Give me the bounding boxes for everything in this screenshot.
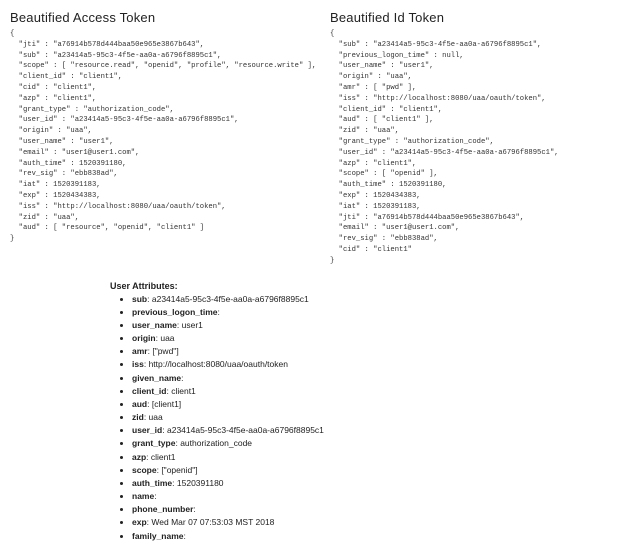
user-attribute-item: exp: Wed Mar 07 07:53:03 MST 2018 (132, 516, 630, 529)
attribute-value: authorization_code (180, 438, 252, 448)
attribute-value: ["openid"] (161, 465, 197, 475)
attribute-value: [client1] (152, 399, 181, 409)
user-attribute-item: previous_logon_time: (132, 306, 630, 319)
attribute-value: ["pwd"] (152, 346, 178, 356)
attribute-value: client1 (151, 452, 176, 462)
user-attribute-item: user_name: user1 (132, 319, 630, 332)
user-attribute-item: azp: client1 (132, 451, 630, 464)
id-token-json: { "sub" : "a23414a5-95c3-4f5e-aa0a-a6796… (330, 29, 630, 267)
attribute-value: uaa (149, 412, 163, 422)
attribute-value: a23414a5-95c3-4f5e-aa0a-a6796f8895c1 (167, 425, 324, 435)
attribute-key: scope (132, 465, 157, 475)
attribute-key: given_name (132, 373, 181, 383)
user-attribute-item: aud: [client1] (132, 398, 630, 411)
attribute-value: 1520391180 (177, 478, 224, 488)
attribute-key: exp (132, 517, 147, 527)
attribute-value: http://localhost:8080/uaa/oauth/token (149, 359, 288, 369)
user-attribute-item: client_id: client1 (132, 385, 630, 398)
attribute-value: client1 (171, 386, 196, 396)
attribute-key: user_name (132, 320, 177, 330)
user-attributes-panel: User Attributes: sub: a23414a5-95c3-4f5e… (110, 281, 630, 543)
attribute-key: family_name (132, 531, 184, 541)
user-attribute-item: scope: ["openid"] (132, 464, 630, 477)
user-attributes-heading: User Attributes: (110, 281, 630, 291)
user-attribute-item: iss: http://localhost:8080/uaa/oauth/tok… (132, 358, 630, 371)
attribute-key: client_id (132, 386, 166, 396)
access-token-heading: Beautified Access Token (10, 10, 310, 25)
user-attribute-item: grant_type: authorization_code (132, 437, 630, 450)
user-attribute-item: name: (132, 490, 630, 503)
attribute-key: origin (132, 333, 156, 343)
access-token-panel: Beautified Access Token { "jti" : "a7691… (10, 10, 310, 267)
attribute-value: a23414a5-95c3-4f5e-aa0a-a6796f8895c1 (152, 294, 309, 304)
attribute-key: amr (132, 346, 148, 356)
attribute-key: grant_type (132, 438, 175, 448)
attribute-value: uaa (160, 333, 174, 343)
user-attribute-item: phone_number: (132, 503, 630, 516)
attribute-key: aud (132, 399, 147, 409)
user-attribute-item: given_name: (132, 372, 630, 385)
user-attribute-item: origin: uaa (132, 332, 630, 345)
user-attribute-item: user_id: a23414a5-95c3-4f5e-aa0a-a6796f8… (132, 424, 630, 437)
access-token-json: { "jti" : "a76914b578d444baa50e965e3867b… (10, 29, 310, 245)
user-attributes-list: sub: a23414a5-95c3-4f5e-aa0a-a6796f8895c… (110, 293, 630, 543)
id-token-panel: Beautified Id Token { "sub" : "a23414a5-… (330, 10, 630, 267)
attribute-key: sub (132, 294, 147, 304)
attribute-key: phone_number (132, 504, 193, 514)
id-token-heading: Beautified Id Token (330, 10, 630, 25)
attribute-value: user1 (182, 320, 203, 330)
attribute-key: auth_time (132, 478, 172, 488)
attribute-key: iss (132, 359, 144, 369)
user-attribute-item: auth_time: 1520391180 (132, 477, 630, 490)
attribute-key: previous_logon_time (132, 307, 218, 317)
user-attribute-item: family_name: (132, 530, 630, 543)
user-attribute-item: sub: a23414a5-95c3-4f5e-aa0a-a6796f8895c… (132, 293, 630, 306)
user-attribute-item: zid: uaa (132, 411, 630, 424)
attribute-key: zid (132, 412, 144, 422)
attribute-key: azp (132, 452, 146, 462)
attribute-key: name (132, 491, 154, 501)
user-attribute-item: amr: ["pwd"] (132, 345, 630, 358)
attribute-value: Wed Mar 07 07:53:03 MST 2018 (151, 517, 274, 527)
attribute-key: user_id (132, 425, 162, 435)
